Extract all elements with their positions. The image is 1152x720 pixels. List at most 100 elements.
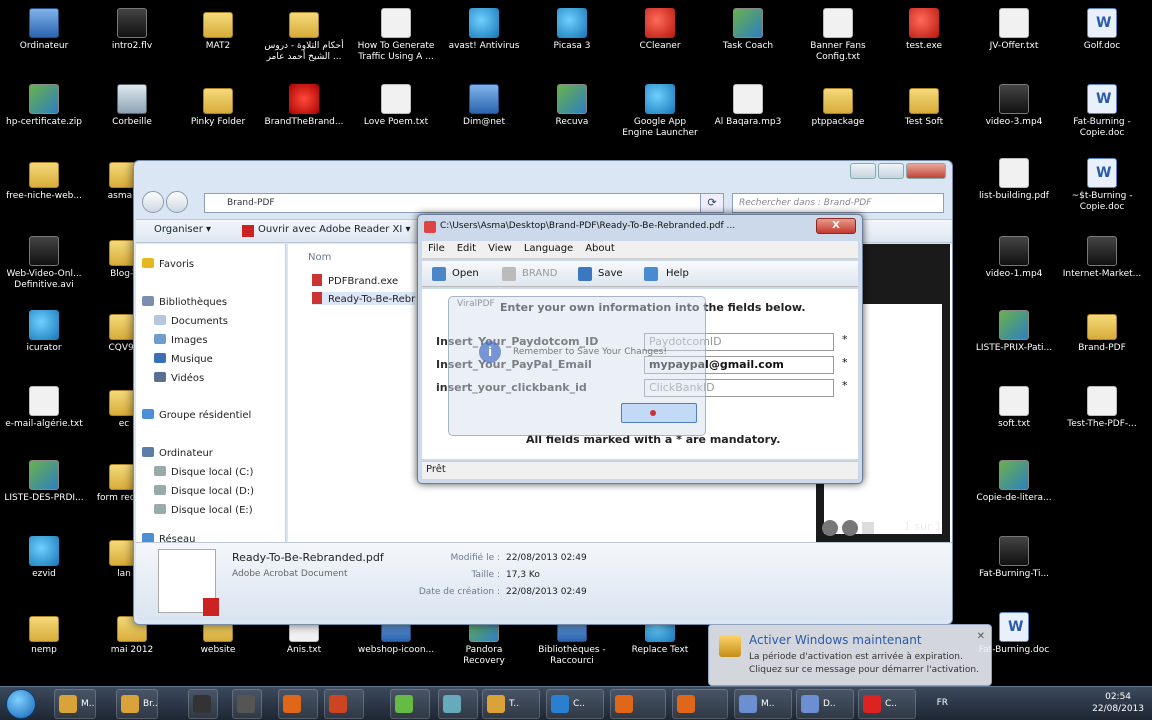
- desktop-icon[interactable]: e-mail-algérie.txt: [4, 386, 84, 430]
- desktop-icon[interactable]: list-building.pdf: [974, 158, 1054, 202]
- taskbar-button[interactable]: [610, 689, 666, 719]
- address-bar[interactable]: Brand-PDF: [204, 193, 724, 213]
- message-box[interactable]: ViralPDF i Remember to Save Your Changes…: [448, 296, 706, 436]
- desktop-icon[interactable]: ~$t-Burning - Copie.doc: [1062, 158, 1142, 213]
- desktop-icon[interactable]: Fat-Burning - Copie.doc: [1062, 84, 1142, 139]
- desktop-icon[interactable]: hp-certificate.zip: [4, 84, 84, 128]
- start-button[interactable]: [6, 689, 36, 719]
- preview-fit-button[interactable]: [862, 522, 874, 534]
- desktop-icon[interactable]: JV-Offer.txt: [974, 8, 1054, 52]
- taskbar-button[interactable]: [188, 689, 218, 719]
- nav-computer[interactable]: Ordinateur: [142, 447, 213, 459]
- desktop-icon[interactable]: Love Poem.txt: [356, 84, 436, 128]
- file-row-ready-to-be-rebranded[interactable]: Ready-To-Be-Rebr: [312, 292, 416, 305]
- desktop-icon[interactable]: How To Generate Traffic Using A ...: [356, 8, 436, 63]
- desktop-icon[interactable]: Test Soft: [884, 84, 964, 128]
- taskbar-button[interactable]: [390, 689, 430, 719]
- menu-view[interactable]: View: [482, 241, 518, 256]
- desktop-icon[interactable]: Golf.doc: [1062, 8, 1142, 52]
- taskbar-button[interactable]: T..: [482, 689, 540, 719]
- desktop-icon[interactable]: Recuva: [532, 84, 612, 128]
- desktop-icon[interactable]: test.exe: [884, 8, 964, 52]
- desktop-icon[interactable]: Pinky Folder: [178, 84, 258, 128]
- nav-favorites[interactable]: Favoris: [142, 258, 194, 270]
- close-button[interactable]: X: [816, 218, 856, 234]
- desktop-icon[interactable]: Banner Fans Config.txt: [798, 8, 878, 63]
- explorer-titlebar[interactable]: [134, 161, 952, 185]
- desktop-icon[interactable]: free-niche-web...: [4, 158, 84, 202]
- menu-file[interactable]: File: [422, 241, 451, 256]
- brand-button[interactable]: BRAND: [522, 268, 557, 279]
- taskbar-button[interactable]: C..: [546, 689, 604, 719]
- nav-music[interactable]: Musique: [154, 353, 213, 365]
- desktop-icon[interactable]: LISTE-PRIX-Pati...: [974, 310, 1054, 354]
- language-indicator[interactable]: FR: [937, 698, 948, 708]
- desktop-icon[interactable]: Internet-Market...: [1062, 236, 1142, 280]
- taskbar-button[interactable]: M..: [54, 689, 96, 719]
- taskbar-button[interactable]: [278, 689, 318, 719]
- desktop-icon[interactable]: Test-The-PDF-...: [1062, 386, 1142, 430]
- taskbar-button[interactable]: [324, 689, 364, 719]
- desktop-icon[interactable]: Ordinateur: [4, 8, 84, 52]
- nav-disk-d[interactable]: Disque local (D:): [154, 485, 254, 497]
- maximize-button[interactable]: [878, 163, 904, 179]
- help-button[interactable]: Help: [666, 268, 689, 279]
- nav-images[interactable]: Images: [154, 334, 208, 346]
- menu-edit[interactable]: Edit: [451, 241, 482, 256]
- desktop-icon[interactable]: video-1.mp4: [974, 236, 1054, 280]
- close-icon[interactable]: ✕: [977, 631, 985, 642]
- preview-next-button[interactable]: [842, 520, 858, 536]
- desktop-icon[interactable]: soft.txt: [974, 386, 1054, 430]
- desktop-icon[interactable]: intro2.flv: [92, 8, 172, 52]
- desktop-icon[interactable]: Brand-PDF: [1062, 310, 1142, 354]
- nav-videos[interactable]: Vidéos: [154, 372, 204, 384]
- menu-about[interactable]: About: [579, 241, 621, 256]
- save-button[interactable]: Save: [598, 268, 623, 279]
- desktop-icon[interactable]: Picasa 3: [532, 8, 612, 52]
- activation-notification[interactable]: Activer Windows maintenant La période d'…: [708, 624, 992, 686]
- clock[interactable]: 02:54 22/08/2013: [1092, 691, 1144, 715]
- nav-disk-e[interactable]: Disque local (E:): [154, 504, 253, 516]
- close-button[interactable]: [906, 163, 946, 179]
- back-button[interactable]: [142, 191, 164, 213]
- column-header-name[interactable]: Nom: [308, 252, 331, 263]
- desktop-icon[interactable]: Al Baqara.mp3: [708, 84, 788, 128]
- open-with-button[interactable]: Ouvrir avec Adobe Reader XI ▾: [242, 224, 411, 237]
- taskbar-button[interactable]: [672, 689, 728, 719]
- menu-language[interactable]: Language: [518, 241, 579, 256]
- search-input[interactable]: Rechercher dans : Brand-PDF: [732, 193, 944, 213]
- nav-libraries[interactable]: Bibliothèques: [142, 296, 227, 308]
- desktop-icon[interactable]: Corbeille: [92, 84, 172, 128]
- nav-homegroup[interactable]: Groupe résidentiel: [142, 409, 251, 421]
- taskbar-button[interactable]: [438, 689, 478, 719]
- desktop-icon[interactable]: nemp: [4, 612, 84, 656]
- desktop-icon[interactable]: Task Coach: [708, 8, 788, 52]
- minimize-button[interactable]: [850, 163, 876, 179]
- desktop-icon[interactable]: Copie-de-litera...: [974, 460, 1054, 504]
- desktop-icon[interactable]: Dim@net: [444, 84, 524, 128]
- desktop-icon[interactable]: CCleaner: [620, 8, 700, 52]
- nav-disk-c[interactable]: Disque local (C:): [154, 466, 253, 478]
- taskbar-button[interactable]: Br..: [116, 689, 158, 719]
- taskbar-button[interactable]: [232, 689, 262, 719]
- desktop-icon[interactable]: MAT2: [178, 8, 258, 52]
- ok-button[interactable]: [621, 403, 697, 423]
- nav-documents[interactable]: Documents: [154, 315, 228, 327]
- preview-prev-button[interactable]: [822, 520, 838, 536]
- forward-button[interactable]: [166, 191, 188, 213]
- desktop-icon[interactable]: أحكام التلاوة - دروس الشيخ أحمد عامر ...: [264, 8, 344, 63]
- file-row-pdfbrand[interactable]: PDFBrand.exe: [312, 274, 398, 287]
- desktop-icon[interactable]: Web-Video-Onl... Definitive.avi: [4, 236, 84, 291]
- desktop-icon[interactable]: Fat-Burning-Ti...: [974, 536, 1054, 580]
- taskbar-button[interactable]: C..: [858, 689, 916, 719]
- desktop-icon[interactable]: BrandTheBrand...: [264, 84, 344, 128]
- taskbar-button[interactable]: D..: [796, 689, 854, 719]
- desktop-icon[interactable]: Google App Engine Launcher: [620, 84, 700, 139]
- desktop-icon[interactable]: icurator: [4, 310, 84, 354]
- open-button[interactable]: Open: [452, 268, 479, 279]
- desktop-icon[interactable]: video-3.mp4: [974, 84, 1054, 128]
- desktop-icon[interactable]: ptppackage: [798, 84, 878, 128]
- refresh-icon[interactable]: ⟳: [700, 193, 724, 213]
- organize-button[interactable]: Organiser ▾: [154, 224, 211, 235]
- desktop-icon[interactable]: LISTE-DES-PRDI...: [4, 460, 84, 504]
